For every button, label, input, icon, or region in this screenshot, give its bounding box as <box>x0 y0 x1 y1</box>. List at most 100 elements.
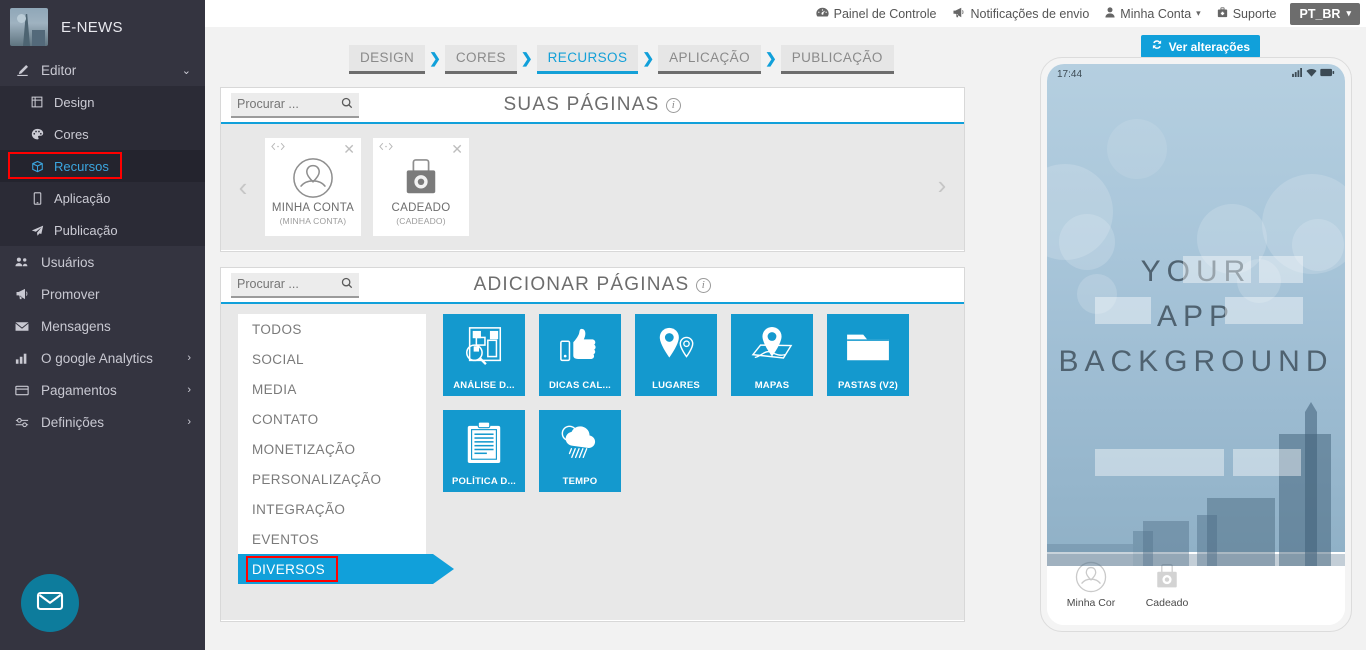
tile-label: PASTAS (V2) <box>838 380 898 391</box>
sidebar-item-publicacao[interactable]: Publicação <box>0 214 205 246</box>
sidebar: E-NEWS Editor ⌄ Design Cores Recursos Ap… <box>0 0 205 650</box>
category-contato[interactable]: CONTATO <box>238 404 426 434</box>
topbar-link-notificacoes-de-envio[interactable]: Notificações de envio <box>952 7 1089 21</box>
code-icon[interactable] <box>271 142 285 154</box>
info-icon[interactable]: i <box>696 277 712 293</box>
tile-label: ANÁLISE D... <box>453 380 515 391</box>
category-personalizacao[interactable]: PERSONALIZAÇÃO <box>238 464 426 494</box>
sidebar-item-editor[interactable]: Editor ⌄ <box>0 54 205 86</box>
category-diversos[interactable]: DIVERSOS <box>238 554 454 584</box>
weather-rain-icon <box>556 422 604 469</box>
your-pages-cards: ‹ ✕ MINHA CONTA (MINHA CONTA) ✕ CADEADO … <box>221 124 964 250</box>
envelope-icon <box>12 321 32 332</box>
category-monetizacao[interactable]: MONETIZAÇÃO <box>238 434 426 464</box>
category-social[interactable]: SOCIAL <box>238 344 426 374</box>
brand-name: E-NEWS <box>61 18 123 36</box>
category-todos[interactable]: TODOS <box>238 314 426 344</box>
sidebar-item-google-analytics[interactable]: O google Analytics › <box>0 342 205 374</box>
category-integracao[interactable]: INTEGRAÇÃO <box>238 494 426 524</box>
sidebar-item-promover[interactable]: Promover <box>0 278 205 310</box>
sidebar-item-recursos[interactable]: Recursos <box>0 150 205 182</box>
sidebar-item-usuarios[interactable]: Usuários <box>0 246 205 278</box>
topbar-link-label: Notificações de envio <box>970 6 1090 21</box>
sidebar-item-aplicacao[interactable]: Aplicação <box>0 182 205 214</box>
page-card[interactable]: ✕ CADEADO (CADEADO) <box>373 138 469 236</box>
topbar-link-painel-de-controle[interactable]: Painel de Controle <box>815 7 936 21</box>
tile-grid: ANÁLISE D... DICAS CAL... LUGARES MAPAS … <box>443 314 963 492</box>
pages-prev-arrow[interactable]: ‹ <box>221 172 265 203</box>
breadcrumb: DESIGN ❯ CORES ❯ RECURSOS ❯ APLICAÇÃO ❯ … <box>349 45 894 74</box>
placeholder-block <box>1183 256 1251 283</box>
category-media[interactable]: MEDIA <box>238 374 426 404</box>
code-icon[interactable] <box>379 142 393 154</box>
dashboard-icon <box>815 7 829 21</box>
tile-analise[interactable]: ANÁLISE D... <box>443 314 525 396</box>
topbar-link-suporte[interactable]: Suporte <box>1217 7 1276 21</box>
placeholder-block <box>1233 449 1301 476</box>
phone-nav-item-cadeado[interactable]: Cadeado <box>1137 560 1197 609</box>
map-pin-sheet-icon <box>749 326 795 373</box>
placeholder-block <box>1095 449 1224 476</box>
close-icon[interactable]: ✕ <box>343 141 355 158</box>
chevron-right-icon: › <box>187 352 191 364</box>
chevron-down-icon: ▾ <box>1346 8 1351 18</box>
sidebar-item-label: Editor <box>41 62 77 78</box>
phone-preview: YOUR APP BACKGROUND 17:44 Minha Cor Cade… <box>1040 57 1352 632</box>
pages-next-arrow[interactable]: › <box>920 170 964 201</box>
sidebar-item-cores[interactable]: Cores <box>0 118 205 150</box>
language-selector[interactable]: PT_BR ▾ <box>1290 2 1360 25</box>
search-icon <box>341 97 353 112</box>
user-icon <box>1105 6 1115 21</box>
sidebar-item-label: Cores <box>54 126 89 142</box>
step-publicacao[interactable]: PUBLICAÇÃO <box>780 45 894 74</box>
page-title: SUAS PÁGINAS <box>503 94 660 115</box>
search-input[interactable] <box>237 277 337 291</box>
phone-status-bar: 17:44 <box>1047 64 1345 84</box>
brand[interactable]: E-NEWS <box>0 0 205 54</box>
step-cores[interactable]: CORES <box>444 45 517 74</box>
topbar-link-minha-conta[interactable]: Minha Conta ▾ <box>1105 6 1201 21</box>
close-icon[interactable]: ✕ <box>451 141 463 158</box>
page-card[interactable]: ✕ MINHA CONTA (MINHA CONTA) <box>265 138 361 236</box>
page-card-name: MINHA CONTA <box>271 202 355 214</box>
chevron-down-icon: ⌄ <box>181 64 191 77</box>
sidebar-item-design[interactable]: Design <box>0 86 205 118</box>
language-label: PT_BR <box>1299 6 1341 21</box>
tile-pastas-v2[interactable]: PASTAS (V2) <box>827 314 909 396</box>
chevron-right-icon: › <box>187 384 191 396</box>
messages-fab-button[interactable] <box>21 574 79 632</box>
step-design[interactable]: DESIGN <box>349 45 426 74</box>
step-aplicacao[interactable]: APLICAÇÃO <box>658 45 761 74</box>
tile-label: LUGARES <box>652 380 700 391</box>
placeholder-block <box>1225 297 1303 324</box>
sidebar-item-mensagens[interactable]: Mensagens <box>0 310 205 342</box>
phone-nav-label: Minha Cor <box>1066 597 1116 609</box>
chevron-down-icon: ▾ <box>1196 8 1201 18</box>
tile-lugares[interactable]: LUGARES <box>635 314 717 396</box>
tile-dicas[interactable]: DICAS CAL... <box>539 314 621 396</box>
sidebar-item-label: Publicação <box>54 222 118 238</box>
tile-mapas[interactable]: MAPAS <box>731 314 813 396</box>
sidebar-item-definicoes[interactable]: Definições › <box>0 406 205 438</box>
ver-alteracoes-button[interactable]: Ver alterações <box>1140 35 1260 58</box>
tile-tempo[interactable]: TEMPO <box>539 410 621 492</box>
your-pages-body: ‹ ✕ MINHA CONTA (MINHA CONTA) ✕ CADEADO … <box>221 124 964 250</box>
tile-label: TEMPO <box>562 476 598 487</box>
phone-nav-item-minha-conta[interactable]: Minha Cor <box>1061 560 1121 609</box>
bar-chart-icon <box>12 352 32 365</box>
tile-politica[interactable]: POLÍTICA D... <box>443 410 525 492</box>
search-icon <box>341 277 353 292</box>
step-recursos[interactable]: RECURSOS <box>536 45 639 74</box>
search-input[interactable] <box>237 97 337 111</box>
step-separator-icon: ❯ <box>520 50 533 66</box>
sidebar-submenu-editor: Design Cores Recursos Aplicação Publicaç… <box>0 86 205 246</box>
category-eventos[interactable]: EVENTOS <box>238 524 426 554</box>
credit-card-icon <box>12 385 32 396</box>
info-icon[interactable]: i <box>666 97 682 113</box>
your-pages-search[interactable] <box>231 92 359 118</box>
your-pages-panel: SUAS PÁGINAS i ‹ ✕ <box>220 87 965 252</box>
sidebar-item-pagamentos[interactable]: Pagamentos › <box>0 374 205 406</box>
folder-icon <box>844 328 892 371</box>
phone-screen: YOUR APP BACKGROUND 17:44 Minha Cor Cade… <box>1047 64 1345 625</box>
add-pages-search[interactable] <box>231 272 359 298</box>
